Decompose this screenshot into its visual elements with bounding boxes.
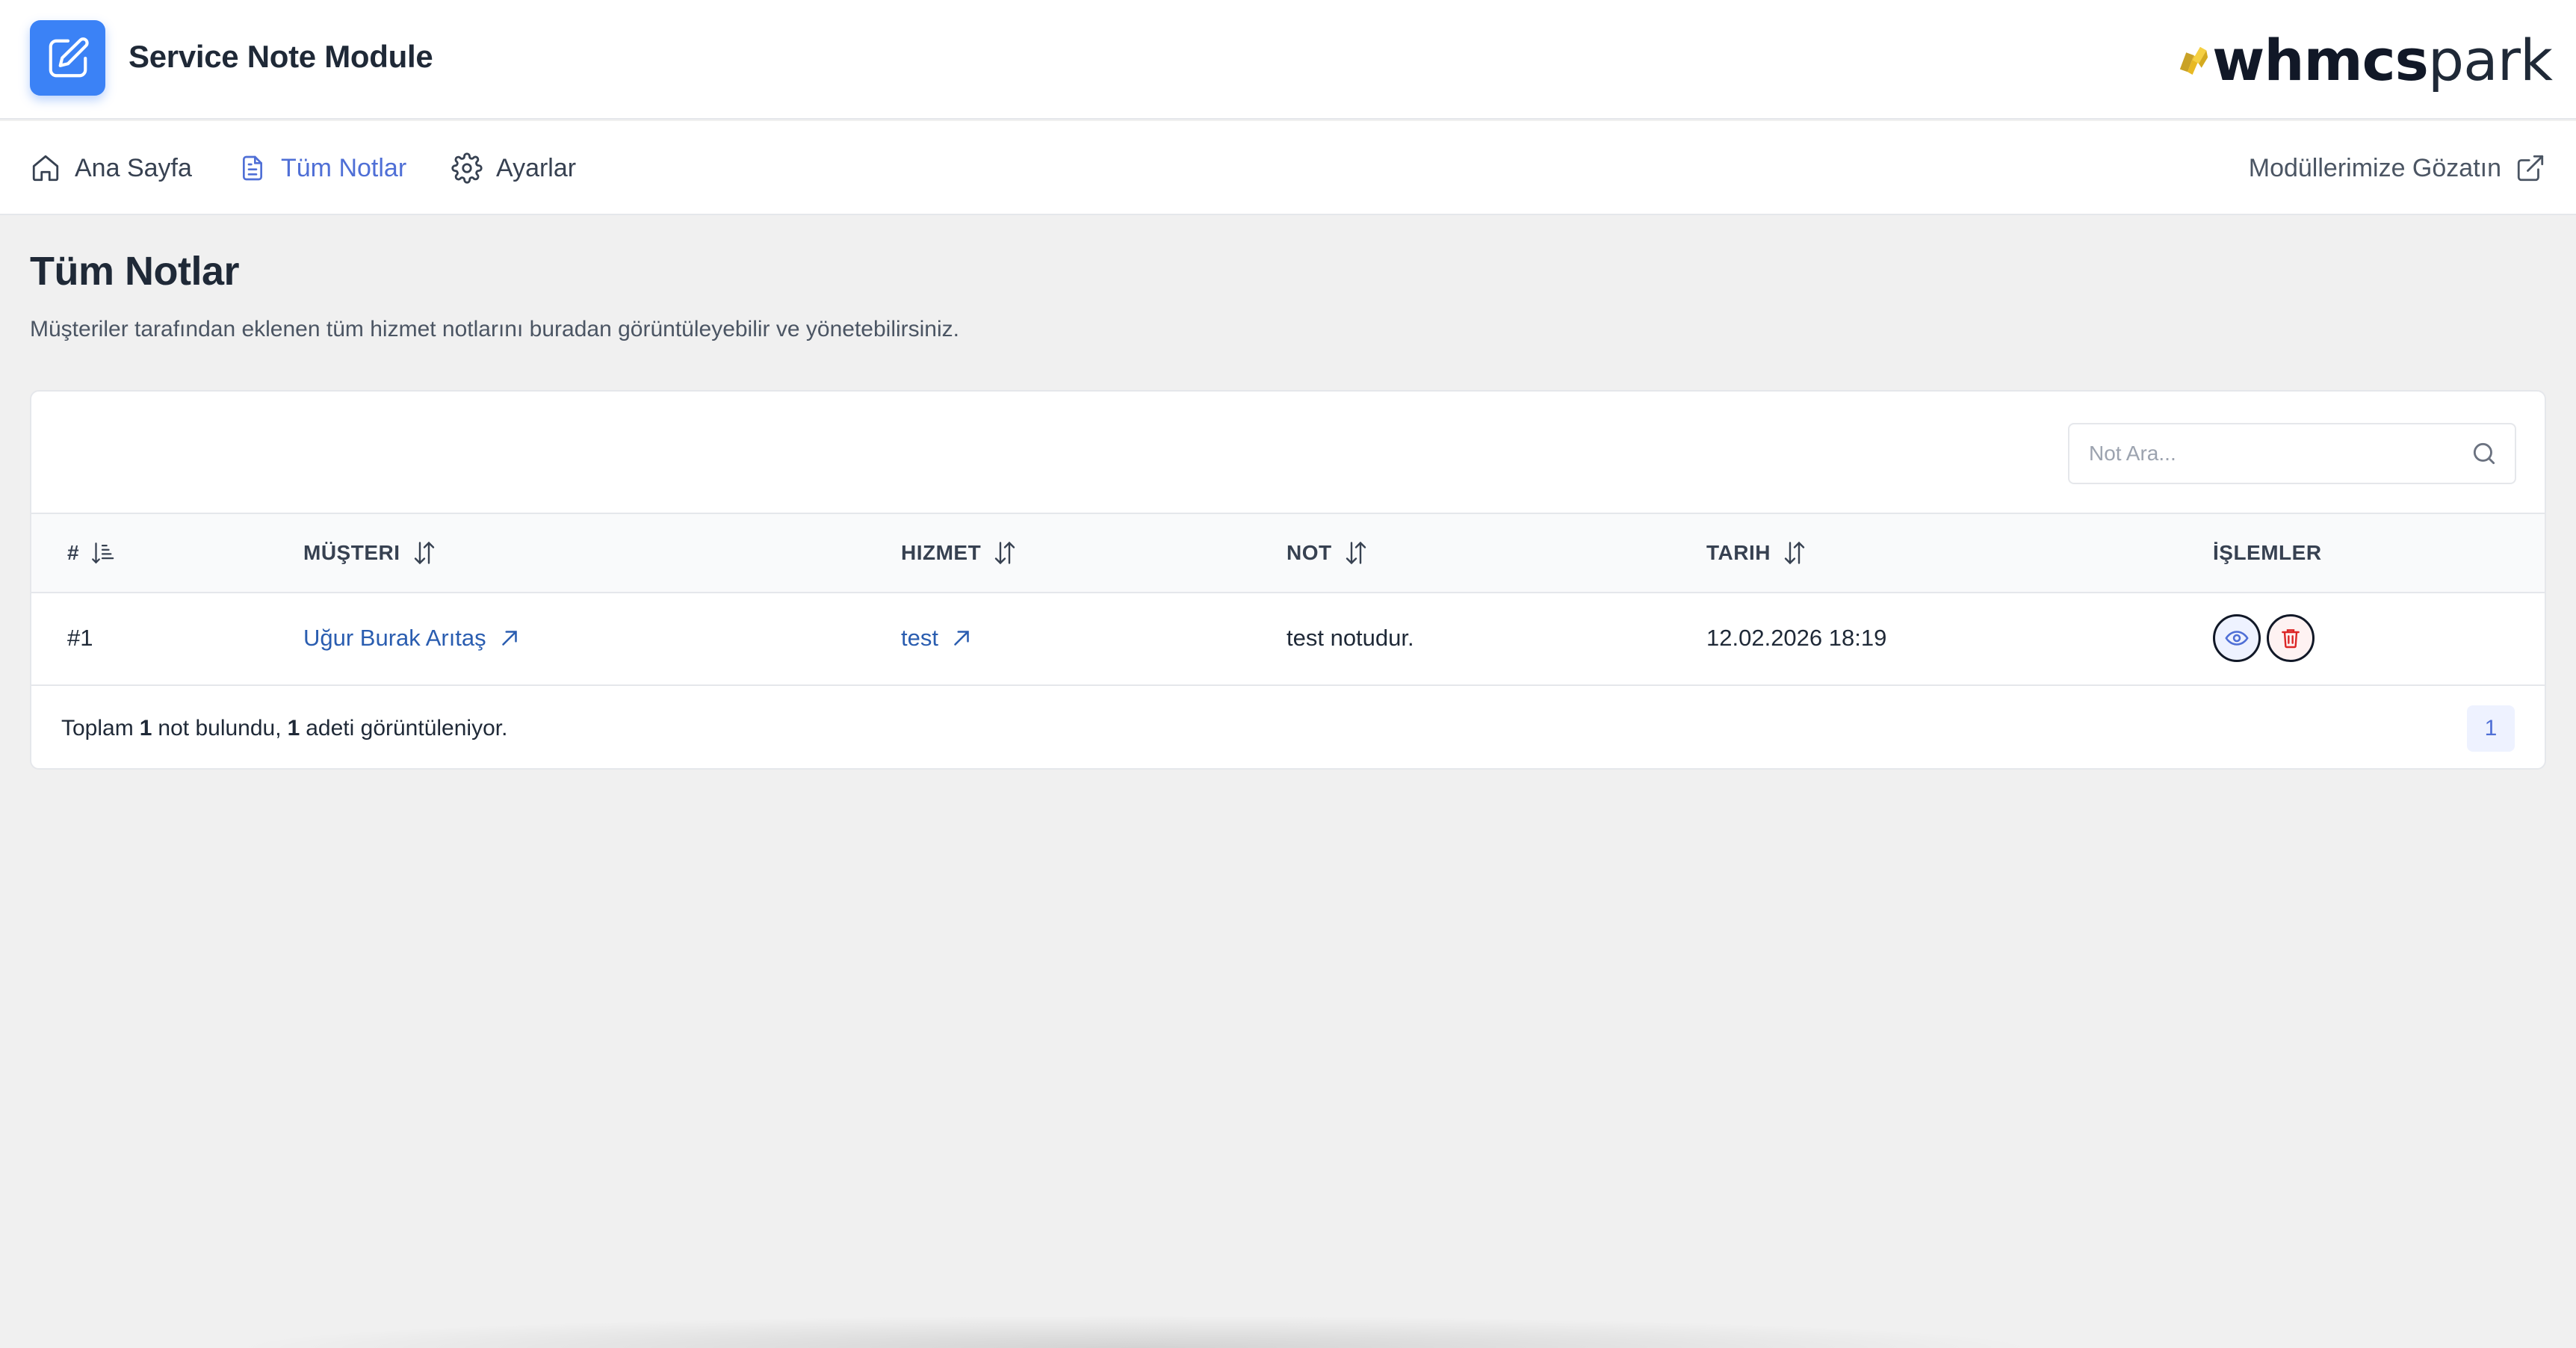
column-header-id[interactable]: # [67,514,115,592]
sort-icon [995,541,1015,565]
row-actions [2213,593,2320,683]
nav-item-all-notes[interactable]: Tüm Notlar [238,121,406,215]
main-nav: Ana Sayfa Tüm Notlar Ayarlar Modüllerimi… [0,121,2576,215]
nav-item-settings[interactable]: Ayarlar [451,121,576,215]
nav-item-label: Ayarlar [496,153,577,182]
page-title: Tüm Notlar [30,249,240,294]
external-link-icon [2517,155,2544,182]
arrow-up-right-icon [954,631,969,646]
sort-icon [1346,541,1366,565]
search-icon[interactable] [2470,439,2498,468]
delete-button[interactable] [2267,614,2315,662]
table-header: # MÜŞTERI HIZMET NOT TARIH İŞLEMLER [31,513,2545,593]
bottom-shadow [224,1315,2047,1348]
view-button[interactable] [2213,614,2261,662]
app-title: Service Note Module [129,39,433,74]
sort-icon [414,541,434,565]
sort-icon [1784,541,1805,565]
service-link[interactable]: test [901,625,974,652]
brand-mark-icon [2179,46,2208,75]
search-input[interactable] [2069,424,2458,483]
nav-item-home[interactable]: Ana Sayfa [30,121,192,215]
nav-item-label: Ana Sayfa [75,153,192,182]
edit-note-icon[interactable] [30,20,105,96]
brand-text: whmcspark [2212,26,2553,93]
column-header-customer[interactable]: MÜŞTERI [303,514,438,592]
customer-link[interactable]: Uğur Burak Arıtaş [303,625,522,652]
gear-icon [451,152,483,184]
row-service: test [901,593,974,683]
column-header-note[interactable]: NOT [1287,514,1369,592]
arrow-up-right-icon [501,631,517,646]
results-summary: Toplam 1 not bulundu, 1 adeti görüntüleniyor… [61,716,508,741]
column-header-date[interactable]: TARIH [1706,514,1808,592]
page-description: Müşteriler tarafından eklenen tüm hizmet… [30,317,959,341]
view-icon [2225,631,2249,646]
row-customer: Uğur Burak Arıtaş [303,593,522,683]
pagination-page-1[interactable]: 1 [2467,705,2515,752]
delete-icon [2282,629,2300,649]
column-header-service[interactable]: HIZMET [901,514,1018,592]
home-icon [32,155,59,182]
top-header: Service Note Module whmcspark [0,0,2576,120]
nav-item-label: Tüm Notlar [281,153,407,182]
search-box [2068,423,2516,484]
table-footer: Toplam 1 not bulundu, 1 adeti görüntüleniyor… [31,687,2545,768]
column-header-actions: İŞLEMLER [2213,541,2322,564]
brand-logo[interactable]: whmcspark [2179,22,2553,97]
sort-ascending-icon [92,542,114,564]
document-icon [243,155,262,181]
notes-card: # MÜŞTERI HIZMET NOT [30,390,2546,770]
row-id: #1 [67,625,93,651]
row-note: test notudur. [1287,625,1414,651]
table-row: #1 Uğur Burak Arıtaş test test notudur. … [31,593,2545,686]
browse-modules-link[interactable]: Modüllerimize Gözatın [2249,121,2546,215]
browse-modules-label: Modüllerimize Gözatın [2248,153,2501,182]
row-date: 12.02.2026 18:19 [1706,625,1887,651]
